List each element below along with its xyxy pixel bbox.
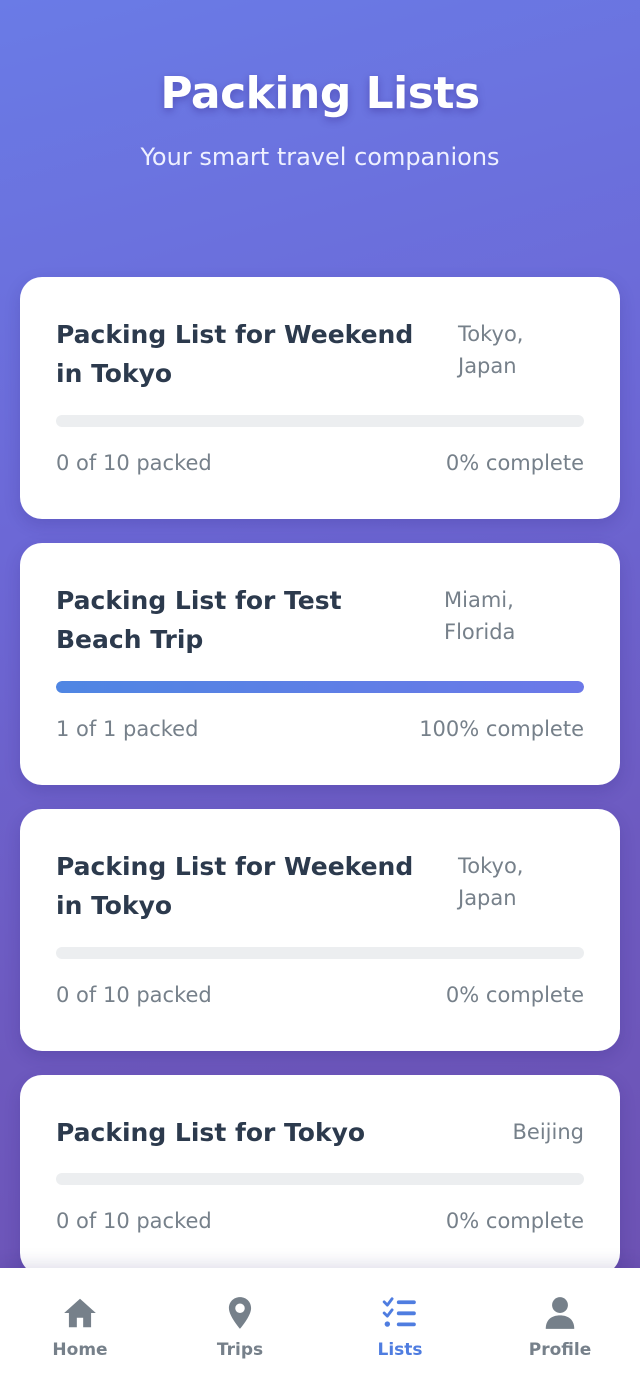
packed-count: 1 of 1 packed (56, 717, 199, 741)
packed-count: 0 of 10 packed (56, 983, 212, 1007)
list-location: Beijing (512, 1120, 584, 1144)
tab-lists[interactable]: Lists (320, 1268, 480, 1387)
page-title: Packing Lists (160, 68, 480, 119)
list-location: Tokyo, Japan (458, 854, 524, 910)
progress-bar (56, 681, 584, 693)
list-location: Tokyo, Japan (458, 322, 524, 378)
person-icon (545, 1297, 575, 1329)
percent-complete: 100% complete (419, 717, 584, 741)
progress-bar (56, 415, 584, 427)
tab-label: Trips (216, 1340, 264, 1360)
page-header: Packing Lists Your smart travel companio… (0, 0, 640, 276)
packed-count: 0 of 10 packed (56, 451, 212, 475)
packing-list-card[interactable]: Packing List for Weekend in Tokyo Tokyo,… (20, 277, 620, 519)
page-subtitle: Your smart travel companions (140, 143, 500, 171)
location-pin-icon (228, 1297, 252, 1329)
packing-list-card[interactable]: Packing List for Tokyo Beijing 0 of 10 p… (20, 1075, 620, 1275)
percent-complete: 0% complete (445, 451, 584, 475)
percent-complete: 0% complete (445, 983, 584, 1007)
list-location: Miami, Florida (444, 588, 516, 644)
packing-list-card[interactable]: Packing List for Weekend in Tokyo Tokyo,… (20, 809, 620, 1051)
home-icon (64, 1298, 96, 1328)
bottom-tab-bar: Home Trips Lists Profile (0, 1268, 640, 1387)
tab-trips[interactable]: Trips (160, 1268, 320, 1387)
tab-profile[interactable]: Profile (480, 1268, 640, 1387)
tab-label: Home (52, 1340, 108, 1360)
tab-label: Lists (377, 1340, 423, 1360)
packed-count: 0 of 10 packed (56, 1209, 212, 1233)
list-title: Packing List for Test Beach Trip (56, 586, 342, 654)
list-title: Packing List for Weekend in Tokyo (56, 320, 414, 388)
progress-bar (56, 1173, 584, 1185)
packing-list-card[interactable]: Packing List for Test Beach Trip Miami, … (20, 543, 620, 785)
list-title: Packing List for Tokyo (56, 1118, 366, 1147)
list-title: Packing List for Weekend in Tokyo (56, 852, 414, 920)
progress-bar (56, 947, 584, 959)
packing-list-cards: Packing List for Weekend in Tokyo Tokyo,… (20, 277, 620, 1299)
tab-home[interactable]: Home (0, 1268, 160, 1387)
percent-complete: 0% complete (445, 1209, 584, 1233)
tab-label: Profile (528, 1340, 592, 1360)
progress-fill (56, 681, 584, 693)
checklist-icon (382, 1297, 416, 1327)
